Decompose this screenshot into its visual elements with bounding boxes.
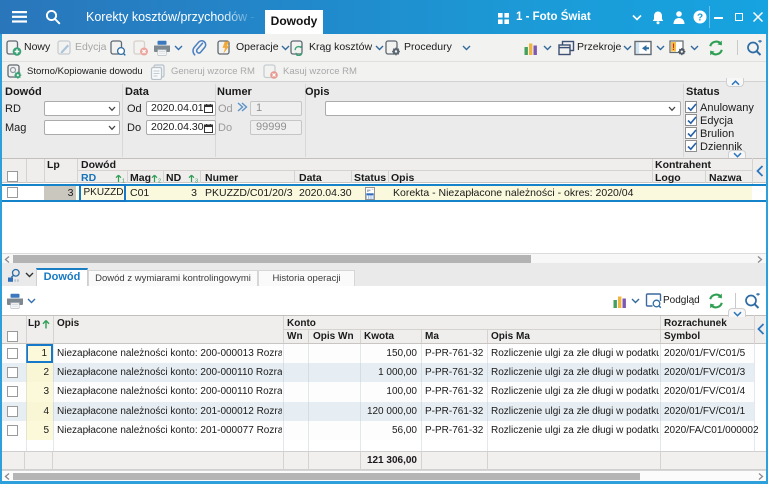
svg-text:3: 3 [195, 178, 198, 183]
svg-text:1: 1 [122, 178, 125, 183]
svg-text:2: 2 [158, 178, 161, 183]
svg-text:?: ? [697, 13, 703, 24]
svg-text:!: ! [672, 42, 675, 52]
